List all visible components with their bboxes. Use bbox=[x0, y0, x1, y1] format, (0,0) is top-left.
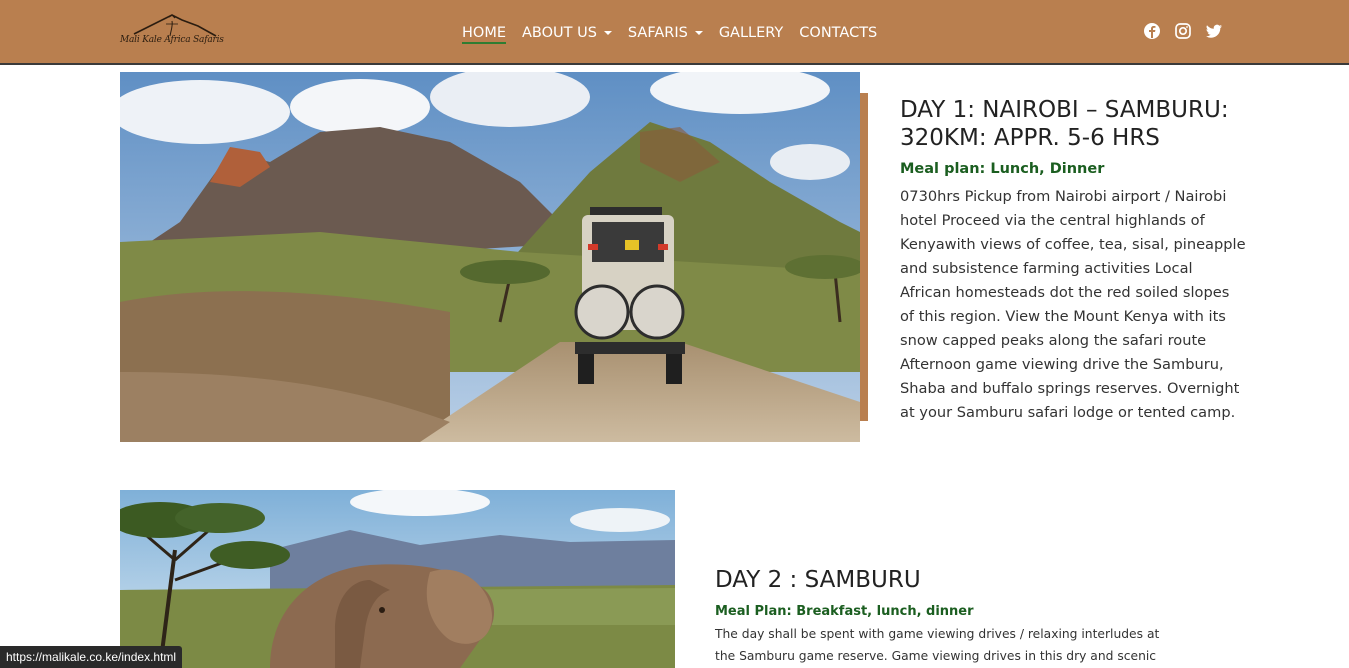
nav-gallery-label: GALLERY bbox=[718, 25, 784, 41]
day-1-meal-plan: Meal plan: Lunch, Dinner bbox=[900, 161, 1105, 177]
chevron-down-icon bbox=[694, 31, 703, 35]
chevron-down-icon bbox=[603, 31, 612, 35]
site-logo[interactable]: Mali Kale Africa Safaris bbox=[120, 12, 228, 52]
logo-mountain-icon bbox=[133, 14, 217, 37]
day-1-line: 0730hrs Pickup from Nairobi airport / Na… bbox=[900, 188, 1227, 205]
day-2-meal-plan: Meal Plan: Breakfast, lunch, dinner bbox=[715, 604, 974, 619]
day-2-description: The day shall be spent with game viewing… bbox=[715, 623, 1185, 667]
twitter-icon[interactable] bbox=[1205, 22, 1223, 42]
day-1-line: Afternoon game viewing drive the Samburu… bbox=[900, 356, 1224, 373]
day-1-title-line-2: 320KM: APPR. 5-6 HRS bbox=[900, 125, 1160, 151]
accent-bar bbox=[860, 93, 868, 421]
nav-about-us[interactable]: ABOUT US bbox=[522, 25, 612, 41]
nav-home-label: HOME bbox=[462, 25, 506, 41]
day-1-title: DAY 1: NAIROBI – SAMBURU: 320KM: APPR. 5… bbox=[900, 96, 1229, 152]
day-2-title: DAY 2 : SAMBURU bbox=[715, 567, 921, 593]
nav-safaris-label: SAFARIS bbox=[627, 25, 688, 41]
day-1-line: of this region. View the Mount Kenya wit… bbox=[900, 308, 1226, 325]
logo-text: Mali Kale Africa Safaris bbox=[120, 35, 224, 45]
day-1-line: Shaba and buffalo springs reserves. Over… bbox=[900, 380, 1240, 397]
safari-vehicle-photo bbox=[120, 72, 860, 442]
day-1-line: African homesteads dot the red soiled sl… bbox=[900, 284, 1230, 301]
day-1-line: and subsistence farming activities Local bbox=[900, 260, 1193, 277]
facebook-icon[interactable] bbox=[1143, 22, 1161, 42]
nav-about-us-label: ABOUT US bbox=[522, 25, 597, 41]
day-1-line: at your Samburu safari lodge or tented c… bbox=[900, 404, 1236, 421]
day-1-line: hotel Proceed via the central highlands … bbox=[900, 212, 1205, 229]
site-header: Mali Kale Africa Safaris HOME ABOUT US S… bbox=[0, 0, 1349, 65]
day-2-line: the Samburu game reserve. Game viewing d… bbox=[715, 649, 1157, 663]
instagram-icon[interactable] bbox=[1174, 22, 1192, 42]
main-nav: HOME ABOUT US SAFARIS GALLERY CONTACTS bbox=[462, 21, 893, 45]
day-2-line: The day shall be spent with game viewing… bbox=[715, 627, 1160, 641]
day-1-description: 0730hrs Pickup from Nairobi airport / Na… bbox=[900, 185, 1260, 425]
nav-contacts[interactable]: CONTACTS bbox=[799, 25, 877, 41]
day-1-line: Kenyawith views of coffee, tea, sisal, p… bbox=[900, 236, 1246, 253]
nav-gallery[interactable]: GALLERY bbox=[719, 25, 783, 41]
day-1-title-line-1: DAY 1: NAIROBI – SAMBURU: bbox=[900, 97, 1229, 123]
nav-contacts-label: CONTACTS bbox=[799, 25, 878, 41]
elephant-photo bbox=[120, 490, 675, 668]
nav-home[interactable]: HOME bbox=[462, 25, 506, 44]
nav-safaris[interactable]: SAFARIS bbox=[628, 25, 703, 41]
day-1-line: snow capped peaks along the safari route bbox=[900, 332, 1207, 349]
status-bar-url: https://malikale.co.ke/index.html bbox=[0, 646, 183, 668]
